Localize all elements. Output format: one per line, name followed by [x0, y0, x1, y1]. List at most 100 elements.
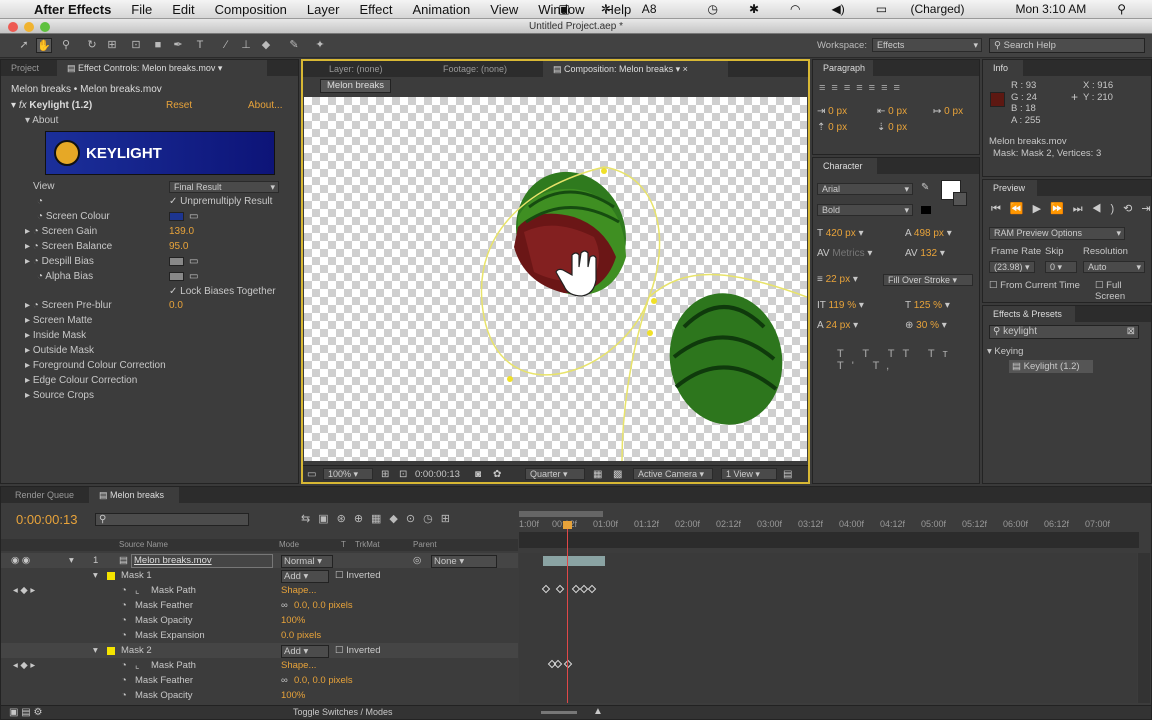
mask-1-expansion-value[interactable]: 0.0 pixels: [281, 628, 321, 643]
stroke-width-field[interactable]: ≡ 22 px ▾: [817, 274, 858, 285]
inside-mask-group[interactable]: ▸ Inside Mask: [25, 328, 86, 343]
graph-icon[interactable]: ⌞: [135, 583, 139, 598]
screen-matte-group[interactable]: ▸ Screen Matte: [25, 313, 92, 328]
keyframe[interactable]: [587, 584, 597, 594]
parent-icon[interactable]: ◎: [413, 553, 421, 568]
edge-colour-correction-group[interactable]: ▸ Edge Colour Correction: [25, 373, 137, 388]
expand-arrow-icon[interactable]: ▾: [93, 643, 98, 658]
clock[interactable]: Mon 3:10 AM: [1015, 2, 1086, 16]
minimize-window-button[interactable]: [24, 22, 34, 32]
spotlight-icon[interactable]: ⚲: [1117, 2, 1126, 16]
tab-paragraph[interactable]: Paragraph: [813, 60, 873, 76]
stopwatch-icon[interactable]: ◔: [121, 613, 127, 628]
zoom-in-icon[interactable]: ▲: [593, 706, 603, 717]
mask-2-opacity-row[interactable]: ◔ Mask Opacity 100%: [1, 688, 518, 703]
keyframe[interactable]: [563, 659, 573, 669]
black-swatch[interactable]: [921, 206, 931, 214]
rectangle-tool-icon[interactable]: ■: [150, 38, 166, 53]
mask-1-expansion-row[interactable]: ◔ Mask Expansion 0.0 pixels: [1, 628, 518, 643]
eyedropper-icon[interactable]: ▭: [189, 271, 198, 282]
toggle-switches-modes-button[interactable]: Toggle Switches / Modes: [293, 707, 393, 717]
kerning-field[interactable]: AV Metrics ▾: [817, 248, 872, 259]
type-style-buttons[interactable]: T T TT Tт T' T,: [837, 348, 979, 372]
mask-2-inverted-checkbox[interactable]: ☐ Inverted: [335, 643, 380, 658]
menu-effect[interactable]: Effect: [359, 2, 392, 17]
mask-2-feather-value[interactable]: 0.0, 0.0 pixels: [294, 673, 353, 688]
zoom-slider[interactable]: [541, 711, 577, 714]
keyframe-navigator[interactable]: ◂ ◆ ▸: [13, 658, 35, 673]
visibility-icon[interactable]: ◉ ◉: [11, 553, 30, 568]
tab-character[interactable]: Character: [813, 158, 877, 174]
brush-tool-icon[interactable]: ∕: [218, 38, 234, 53]
reset-link[interactable]: Reset: [166, 98, 192, 113]
about-link[interactable]: About...: [248, 98, 282, 113]
camera-status-icon[interactable]: ▣: [558, 2, 569, 16]
mask-2-mode-dropdown[interactable]: Add ▾: [281, 645, 329, 658]
mask-1-inverted-checkbox[interactable]: ☐ Inverted: [335, 568, 380, 583]
camera-dropdown[interactable]: Active Camera ▾: [633, 468, 713, 480]
stopwatch-icon[interactable]: ◔: [121, 688, 127, 703]
stopwatch-icon[interactable]: ◔: [121, 598, 127, 613]
type-tool-icon[interactable]: T: [192, 38, 208, 53]
hand-tool-icon[interactable]: ✋: [36, 38, 52, 53]
from-current-time-checkbox[interactable]: ☐ From Current Time: [989, 280, 1080, 291]
menu-view[interactable]: View: [490, 2, 518, 17]
footer-toggle-icons[interactable]: ▣ ▤ ⚙: [9, 707, 42, 718]
font-family-dropdown[interactable]: Arial ▾: [817, 183, 913, 195]
mask-2-feather-row[interactable]: ◔ Mask Feather ∞ 0.0, 0.0 pixels: [1, 673, 518, 688]
screen-preblur-value[interactable]: 0.0: [169, 298, 183, 313]
stopwatch-icon[interactable]: ◔: [37, 194, 43, 209]
mask-2-path-value[interactable]: Shape...: [281, 658, 316, 673]
battery-status[interactable]: ▭ (Charged): [876, 2, 985, 16]
indent-right-field[interactable]: ⇤ 0 px: [877, 106, 907, 117]
unpremultiply-checkbox[interactable]: ✓ Unpremultiply Result: [169, 194, 272, 209]
time-machine-icon[interactable]: ◷: [708, 2, 718, 16]
layer-name[interactable]: Melon breaks.mov: [131, 554, 273, 568]
search-help-field[interactable]: ⚲ Search Help: [989, 38, 1145, 53]
source-crops-group[interactable]: ▸ Source Crops: [25, 388, 94, 403]
snapshot-icon[interactable]: ◙: [475, 469, 481, 480]
pen-tool-icon[interactable]: ✒: [170, 38, 186, 53]
about-section[interactable]: ▾ About: [25, 113, 58, 128]
mask-1-opacity-row[interactable]: ◔ Mask Opacity 100%: [1, 613, 518, 628]
preview-resolution-dropdown[interactable]: Auto ▾: [1083, 261, 1145, 273]
outside-mask-group[interactable]: ▸ Outside Mask: [25, 343, 94, 358]
time-ruler[interactable]: 1:00f 00:12f 01:00f 01:12f 02:00f 02:12f…: [519, 519, 1139, 531]
foreground-colour-correction-group[interactable]: ▸ Foreground Colour Correction: [25, 358, 166, 373]
menu-layer[interactable]: Layer: [307, 2, 340, 17]
mask-color-swatch[interactable]: [107, 647, 115, 655]
menu-file[interactable]: File: [131, 2, 152, 17]
parent-dropdown[interactable]: None ▾: [431, 555, 497, 568]
tab-melon-breaks[interactable]: ▤ Melon breaks: [89, 487, 179, 503]
sync-status-icon[interactable]: ✲: [601, 2, 611, 16]
expand-arrow-icon[interactable]: ▾: [93, 568, 98, 583]
full-screen-checkbox[interactable]: ☐ Full Screen: [1095, 280, 1151, 302]
keying-category[interactable]: ▾ Keying: [987, 346, 1023, 357]
zoom-tool-icon[interactable]: ⚲: [58, 38, 74, 53]
eyedropper-icon[interactable]: ▭: [189, 256, 198, 267]
tab-info[interactable]: Info: [983, 60, 1023, 76]
mask-1-path-row[interactable]: ◂ ◆ ▸ ◔ ⌞ Mask Path Shape...: [1, 583, 518, 598]
current-time-display[interactable]: 0:00:00:13: [415, 469, 460, 480]
camera-tool-icon[interactable]: ⊞: [104, 38, 120, 53]
indent-first-field[interactable]: ↦ 0 px: [933, 106, 963, 117]
timeline-tracks[interactable]: [519, 521, 1137, 703]
views-dropdown[interactable]: 1 View ▾: [721, 468, 777, 480]
menu-edit[interactable]: Edit: [172, 2, 194, 17]
lock-biases-checkbox[interactable]: ✓ Lock Biases Together: [169, 284, 276, 299]
mask-1-mode-dropdown[interactable]: Add ▾: [281, 570, 329, 583]
frame-rate-dropdown[interactable]: (23.98) ▾: [989, 261, 1035, 273]
ram-preview-options-dropdown[interactable]: RAM Preview Options ▾: [989, 227, 1125, 240]
keyframe[interactable]: [541, 584, 551, 594]
clear-search-icon[interactable]: ⊠: [1127, 326, 1135, 338]
pan-behind-tool-icon[interactable]: ⊡: [128, 38, 144, 53]
view-dropdown[interactable]: Final Result ▾: [169, 181, 279, 193]
tab-layer[interactable]: Layer: (none): [303, 61, 413, 77]
eyedropper-icon[interactable]: ▭: [189, 211, 198, 222]
layer-duration-bar[interactable]: [543, 556, 605, 566]
keyframe[interactable]: [553, 659, 563, 669]
mask-2-opacity-value[interactable]: 100%: [281, 688, 305, 703]
mask-2-path-row[interactable]: ◂ ◆ ▸ ◔ ⌞ Mask Path Shape...: [1, 658, 518, 673]
mask-1-path-value[interactable]: Shape...: [281, 583, 316, 598]
stopwatch-icon[interactable]: ◔: [121, 658, 127, 673]
